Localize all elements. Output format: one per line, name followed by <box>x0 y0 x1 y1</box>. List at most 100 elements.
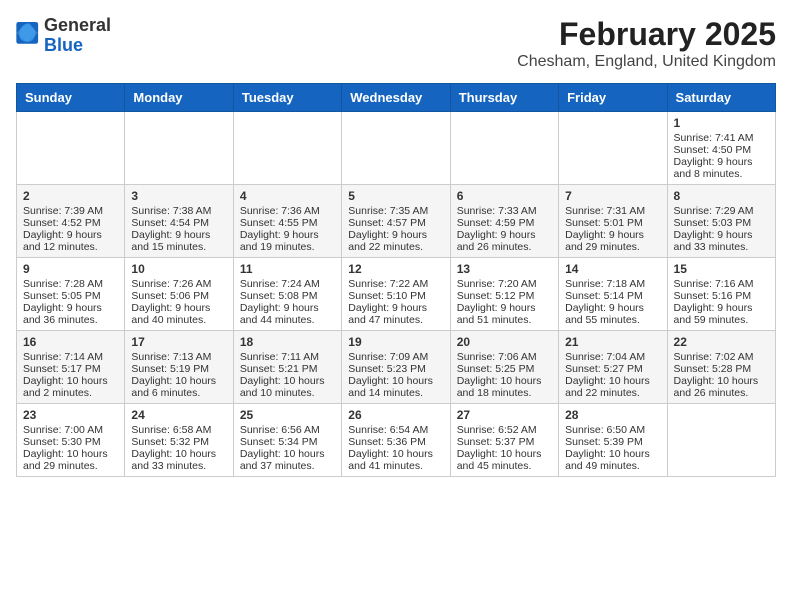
day-number: 24 <box>131 408 226 422</box>
weekday-header-friday: Friday <box>559 84 667 112</box>
day-detail: Sunset: 5:21 PM <box>240 363 335 375</box>
calendar-cell: 4Sunrise: 7:36 AMSunset: 4:55 PMDaylight… <box>233 185 341 258</box>
day-number: 18 <box>240 335 335 349</box>
day-detail: Sunrise: 7:13 AM <box>131 351 226 363</box>
day-detail: Sunrise: 6:54 AM <box>348 424 443 436</box>
calendar-cell: 27Sunrise: 6:52 AMSunset: 5:37 PMDayligh… <box>450 404 558 477</box>
logo-icon <box>16 22 40 50</box>
weekday-header-sunday: Sunday <box>17 84 125 112</box>
day-detail: Sunset: 5:12 PM <box>457 290 552 302</box>
calendar-cell: 2Sunrise: 7:39 AMSunset: 4:52 PMDaylight… <box>17 185 125 258</box>
day-detail: Sunset: 5:05 PM <box>23 290 118 302</box>
weekday-header-wednesday: Wednesday <box>342 84 450 112</box>
header: General Blue February 2025 Chesham, Engl… <box>16 16 776 71</box>
title-area: February 2025 Chesham, England, United K… <box>517 16 776 71</box>
day-number: 28 <box>565 408 660 422</box>
calendar-table: SundayMondayTuesdayWednesdayThursdayFrid… <box>16 83 776 477</box>
day-number: 13 <box>457 262 552 276</box>
calendar-cell <box>559 112 667 185</box>
day-detail: Sunrise: 7:04 AM <box>565 351 660 363</box>
day-detail: Sunrise: 7:11 AM <box>240 351 335 363</box>
day-detail: Sunset: 5:10 PM <box>348 290 443 302</box>
day-detail: Sunrise: 6:50 AM <box>565 424 660 436</box>
calendar-cell: 1Sunrise: 7:41 AMSunset: 4:50 PMDaylight… <box>667 112 775 185</box>
day-number: 12 <box>348 262 443 276</box>
day-detail: Daylight: 10 hours and 2 minutes. <box>23 375 118 399</box>
day-detail: Sunrise: 7:29 AM <box>674 205 769 217</box>
day-detail: Sunrise: 6:52 AM <box>457 424 552 436</box>
day-detail: Daylight: 10 hours and 10 minutes. <box>240 375 335 399</box>
calendar-cell: 17Sunrise: 7:13 AMSunset: 5:19 PMDayligh… <box>125 331 233 404</box>
day-detail: Sunset: 5:28 PM <box>674 363 769 375</box>
calendar-cell: 12Sunrise: 7:22 AMSunset: 5:10 PMDayligh… <box>342 258 450 331</box>
day-detail: Sunrise: 7:09 AM <box>348 351 443 363</box>
day-detail: Daylight: 10 hours and 41 minutes. <box>348 448 443 472</box>
day-detail: Sunrise: 6:58 AM <box>131 424 226 436</box>
day-number: 2 <box>23 189 118 203</box>
calendar-cell <box>17 112 125 185</box>
calendar-cell <box>342 112 450 185</box>
day-detail: Daylight: 10 hours and 49 minutes. <box>565 448 660 472</box>
logo-general: General <box>44 15 111 35</box>
day-detail: Sunset: 5:14 PM <box>565 290 660 302</box>
day-detail: Sunrise: 7:26 AM <box>131 278 226 290</box>
day-detail: Sunset: 5:39 PM <box>565 436 660 448</box>
day-detail: Sunset: 5:25 PM <box>457 363 552 375</box>
day-detail: Sunrise: 7:06 AM <box>457 351 552 363</box>
calendar-cell: 13Sunrise: 7:20 AMSunset: 5:12 PMDayligh… <box>450 258 558 331</box>
calendar-week-2: 9Sunrise: 7:28 AMSunset: 5:05 PMDaylight… <box>17 258 776 331</box>
day-detail: Sunset: 5:19 PM <box>131 363 226 375</box>
day-number: 7 <box>565 189 660 203</box>
day-detail: Sunset: 5:23 PM <box>348 363 443 375</box>
calendar-cell: 5Sunrise: 7:35 AMSunset: 4:57 PMDaylight… <box>342 185 450 258</box>
page-title: February 2025 <box>517 16 776 53</box>
day-detail: Daylight: 9 hours and 59 minutes. <box>674 302 769 326</box>
day-number: 10 <box>131 262 226 276</box>
calendar-week-3: 16Sunrise: 7:14 AMSunset: 5:17 PMDayligh… <box>17 331 776 404</box>
calendar-cell: 24Sunrise: 6:58 AMSunset: 5:32 PMDayligh… <box>125 404 233 477</box>
calendar-cell: 9Sunrise: 7:28 AMSunset: 5:05 PMDaylight… <box>17 258 125 331</box>
day-detail: Daylight: 9 hours and 12 minutes. <box>23 229 118 253</box>
weekday-header-tuesday: Tuesday <box>233 84 341 112</box>
calendar-cell: 19Sunrise: 7:09 AMSunset: 5:23 PMDayligh… <box>342 331 450 404</box>
day-detail: Sunset: 5:16 PM <box>674 290 769 302</box>
calendar-cell: 18 Sunrise: 7:11 AMSunset: 5:21 PMDayligh… <box>233 331 341 404</box>
day-number: 21 <box>565 335 660 349</box>
logo-text: General Blue <box>44 16 111 56</box>
calendar-cell: 20Sunrise: 7:06 AMSunset: 5:25 PMDayligh… <box>450 331 558 404</box>
calendar-cell: 22Sunrise: 7:02 AMSunset: 5:28 PMDayligh… <box>667 331 775 404</box>
calendar-cell: 28 Sunrise: 6:50 AMSunset: 5:39 PMDayligh… <box>559 404 667 477</box>
day-detail: Daylight: 10 hours and 18 minutes. <box>457 375 552 399</box>
day-detail: Sunset: 5:03 PM <box>674 217 769 229</box>
day-detail: Daylight: 9 hours and 40 minutes. <box>131 302 226 326</box>
weekday-header-row: SundayMondayTuesdayWednesdayThursdayFrid… <box>17 84 776 112</box>
day-number: 5 <box>348 189 443 203</box>
day-detail: Sunset: 4:52 PM <box>23 217 118 229</box>
day-detail: Daylight: 9 hours and 29 minutes. <box>565 229 660 253</box>
weekday-header-monday: Monday <box>125 84 233 112</box>
calendar-cell: 6Sunrise: 7:33 AMSunset: 4:59 PMDaylight… <box>450 185 558 258</box>
calendar-cell: 3Sunrise: 7:38 AMSunset: 4:54 PMDaylight… <box>125 185 233 258</box>
day-number: 23 <box>23 408 118 422</box>
calendar-cell <box>233 112 341 185</box>
day-detail: Sunrise: 7:38 AM <box>131 205 226 217</box>
logo: General Blue <box>16 16 111 56</box>
day-detail: Daylight: 10 hours and 6 minutes. <box>131 375 226 399</box>
calendar-cell: 25Sunrise: 6:56 AMSunset: 5:34 PMDayligh… <box>233 404 341 477</box>
day-number: 6 <box>457 189 552 203</box>
day-detail: Sunrise: 7:00 AM <box>23 424 118 436</box>
calendar-week-4: 23 Sunrise: 7:00 AMSunset: 5:30 PM Dayligh… <box>17 404 776 477</box>
day-detail: Daylight: 9 hours and 22 minutes. <box>348 229 443 253</box>
day-detail: Sunset: 4:59 PM <box>457 217 552 229</box>
day-number: 14 <box>565 262 660 276</box>
day-detail: Sunset: 5:30 PM <box>23 436 118 448</box>
day-detail: Sunrise: 7:31 AM <box>565 205 660 217</box>
day-detail: Sunset: 4:50 PM <box>674 144 769 156</box>
calendar-week-0: 1Sunrise: 7:41 AMSunset: 4:50 PMDaylight… <box>17 112 776 185</box>
day-detail: Sunrise: 7:18 AM <box>565 278 660 290</box>
day-number: 1 <box>674 116 769 130</box>
calendar-cell: 10Sunrise: 7:26 AMSunset: 5:06 PMDayligh… <box>125 258 233 331</box>
weekday-header-thursday: Thursday <box>450 84 558 112</box>
day-detail: Sunrise: 7:24 AM <box>240 278 335 290</box>
day-detail: Sunrise: 7:28 AM <box>23 278 118 290</box>
